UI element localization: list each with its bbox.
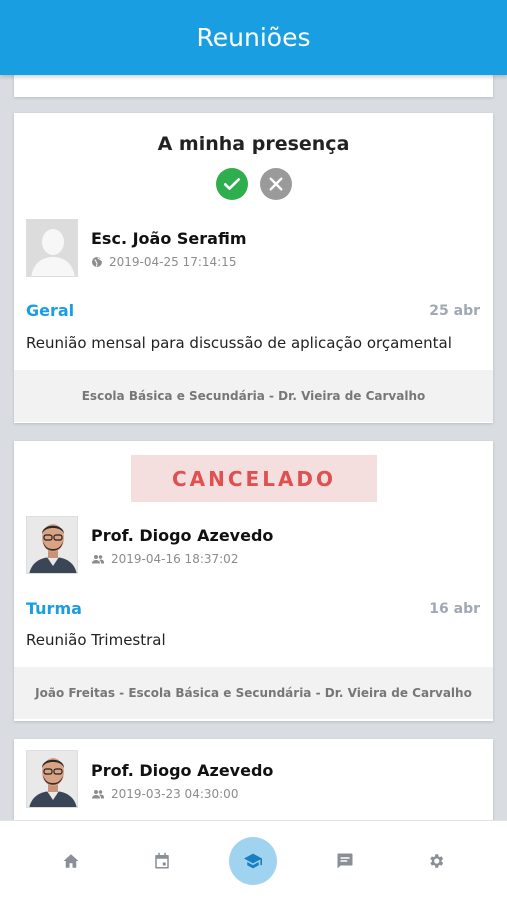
avatar (26, 750, 78, 808)
meeting-date: 16 abr (429, 601, 480, 617)
page-title: Reuniões (196, 23, 311, 52)
meeting-description: Reunião mensal para discussão de aplicaç… (26, 334, 452, 352)
accept-presence-button[interactable] (215, 168, 248, 200)
tab-messages[interactable] (321, 837, 369, 885)
close-icon (269, 177, 282, 191)
app-header: Reuniões (0, 0, 507, 75)
meeting-footer: João Freitas - Escola Básica e Secundári… (14, 667, 493, 719)
gear-icon (430, 853, 444, 868)
meeting-footer: Escola Básica e Secundária - Dr. Vieira … (14, 370, 493, 422)
meetings-feed[interactable]: A minha presença Esc. João Serafim 2019-… (0, 75, 507, 820)
tab-calendar[interactable] (138, 837, 186, 885)
group-icon (92, 790, 104, 799)
presence-title: A minha presença (157, 133, 350, 155)
school-name: Escola Básica e Secundária - Dr. Vieira … (81, 389, 426, 403)
tab-meetings[interactable] (229, 836, 278, 885)
meeting-category: Geral (26, 301, 75, 320)
school-name: João Freitas - Escola Básica e Secundári… (35, 686, 472, 700)
tab-settings[interactable] (412, 837, 460, 885)
post-meta: 2019-03-23 04:30:00 (91, 787, 238, 801)
check-icon (223, 178, 240, 190)
meeting-card[interactable]: Prof. Diogo Azevedo 2019-03-23 04:30:00 (14, 739, 493, 820)
meeting-card[interactable]: CANCELADO Prof. Diogo Azevedo 2019-04-16… (14, 441, 493, 721)
author-name: Prof. Diogo Azevedo (91, 761, 274, 780)
post-meta: 2019-04-16 18:37:02 (91, 552, 238, 566)
post-meta: 2019-04-25 17:14:15 (91, 255, 236, 269)
calendar-icon (155, 852, 169, 868)
meeting-description: Reunião Trimestral (26, 631, 166, 649)
author-name: Esc. João Serafim (91, 229, 247, 248)
author-photo (27, 517, 77, 573)
timestamp: 2019-03-23 04:30:00 (111, 787, 239, 801)
decline-presence-button[interactable] (259, 168, 292, 200)
default-avatar-icon (27, 220, 77, 276)
avatar (26, 219, 78, 277)
meeting-card[interactable]: A minha presença Esc. João Serafim 2019-… (14, 113, 493, 423)
status-badge-label: CANCELADO (171, 466, 337, 491)
status-badge: CANCELADO (131, 455, 377, 502)
group-icon (92, 555, 104, 564)
author-photo (27, 751, 77, 807)
globe-icon (92, 257, 102, 267)
author-name: Prof. Diogo Azevedo (91, 526, 274, 545)
meeting-card-previous[interactable] (14, 75, 493, 97)
presence-buttons (14, 168, 493, 200)
timestamp: 2019-04-25 17:14:15 (109, 255, 237, 269)
bottom-tab-bar (0, 820, 507, 900)
avatar (26, 516, 78, 574)
graduation-cap-icon (244, 853, 263, 868)
meeting-category: Turma (26, 599, 82, 618)
tab-home[interactable] (47, 837, 95, 885)
home-icon (63, 853, 79, 868)
timestamp: 2019-04-16 18:37:02 (111, 552, 239, 566)
meeting-date: 25 abr (429, 303, 480, 319)
message-icon (337, 853, 353, 868)
